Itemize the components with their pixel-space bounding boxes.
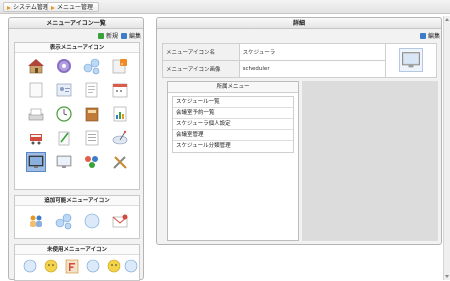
assoc-title: 所属メニュー — [168, 82, 298, 93]
field-value: scheduler — [238, 60, 387, 78]
calendar-icon[interactable] — [111, 81, 129, 99]
rss-icon[interactable] — [111, 57, 129, 75]
blank-page-icon[interactable] — [27, 81, 45, 99]
detail-panel: 詳細 編集 メニューアイコン名 スケジューラ メニューアイコン画像 schedu… — [156, 17, 442, 245]
section-title: 表示メニューアイコン — [15, 43, 139, 53]
gear-icon[interactable] — [55, 57, 73, 75]
edit-label: 編集 — [129, 33, 142, 40]
book-icon[interactable] — [83, 105, 101, 123]
field-label: メニューアイコン画像 — [162, 60, 240, 78]
mail-icon[interactable] — [111, 212, 129, 230]
bubble-icon[interactable] — [83, 212, 101, 230]
icon-list-title: メニューアイコン一覧 — [9, 18, 143, 29]
empty-area — [302, 81, 438, 241]
pen-icon[interactable] — [55, 129, 73, 147]
people-icon[interactable] — [27, 212, 45, 230]
tray-icon[interactable] — [27, 105, 45, 123]
icon-list-panel: メニューアイコン一覧 新規 編集 表示メニューアイコン 追加可能メニューアイコン… — [8, 17, 144, 281]
pencil-icon — [420, 33, 426, 39]
face-icon[interactable] — [42, 257, 60, 275]
assigned-menu-box: 所属メニュー スケジュール一覧 会議室予約一覧 スケジューラ個人設定 会議室管理… — [167, 81, 299, 241]
list-item[interactable]: 会議室管理 — [173, 130, 293, 141]
add-icon — [98, 33, 104, 39]
bubble-icon[interactable] — [21, 257, 39, 275]
unused-icons-section: 未使用メニューアイコン — [14, 244, 140, 281]
document-icon[interactable] — [83, 81, 101, 99]
list-item[interactable]: スケジューラ個人設定 — [173, 119, 293, 130]
field-value: スケジューラ — [238, 43, 387, 61]
icon-preview-cell — [385, 43, 437, 78]
bubbles-icon[interactable] — [83, 57, 101, 75]
list-item[interactable]: スケジュール分類管理 — [173, 141, 293, 152]
monitor-icon — [399, 48, 424, 72]
new-button[interactable]: 新規 — [98, 32, 118, 41]
displayed-icons-section: 表示メニューアイコン — [14, 42, 140, 190]
breadcrumb-menu-admin[interactable]: メニュー管理 — [47, 2, 100, 12]
list-item[interactable]: スケジュール一覧 — [173, 97, 293, 108]
scroll-up-icon[interactable] — [445, 18, 449, 21]
section-title: 未使用メニューアイコン — [15, 245, 139, 255]
satellite-icon[interactable] — [111, 129, 129, 147]
new-label: 新規 — [106, 33, 119, 40]
cart-icon[interactable] — [27, 129, 45, 147]
section-title: 追加可能メニューアイコン — [15, 196, 139, 206]
bubbles-icon[interactable] — [55, 212, 73, 230]
assoc-list: スケジュール一覧 会議室予約一覧 スケジューラ個人設定 会議室管理 スケジュール… — [172, 96, 294, 153]
tools-icon[interactable] — [111, 153, 129, 171]
bubble-icon[interactable] — [122, 257, 138, 275]
addable-icons-section: 追加可能メニューアイコン — [14, 195, 140, 239]
home-icon[interactable] — [27, 57, 45, 75]
letter-f-icon[interactable] — [63, 257, 81, 275]
face-icon[interactable] — [105, 257, 123, 275]
clock-icon[interactable] — [55, 105, 73, 123]
address-card-icon[interactable] — [55, 81, 73, 99]
edit-label: 編集 — [428, 33, 441, 40]
scroll-down-icon[interactable] — [445, 275, 449, 278]
pencil-icon — [121, 33, 127, 39]
breadcrumb: システム管理 メニュー管理 — [0, 0, 450, 14]
bubble-icon[interactable] — [84, 257, 102, 275]
list-item[interactable]: 会議室予約一覧 — [173, 108, 293, 119]
edit-button[interactable]: 編集 — [121, 32, 141, 41]
detail-edit-button[interactable]: 編集 — [420, 32, 440, 41]
chart-document-icon[interactable] — [111, 105, 129, 123]
monitor-icon-selected[interactable] — [26, 152, 46, 172]
field-label: メニューアイコン名 — [162, 43, 240, 61]
form-icon[interactable] — [83, 129, 101, 147]
detail-title: 詳細 — [157, 18, 441, 29]
page-scrollbar[interactable] — [443, 16, 450, 280]
breadcrumb-label: メニュー管理 — [57, 4, 94, 11]
breadcrumb-label: システム管理 — [13, 4, 49, 11]
monitor-icon[interactable] — [55, 153, 73, 171]
detail-table: メニューアイコン名 スケジューラ メニューアイコン画像 scheduler — [162, 43, 437, 78]
colored-balls-icon[interactable] — [83, 153, 101, 171]
